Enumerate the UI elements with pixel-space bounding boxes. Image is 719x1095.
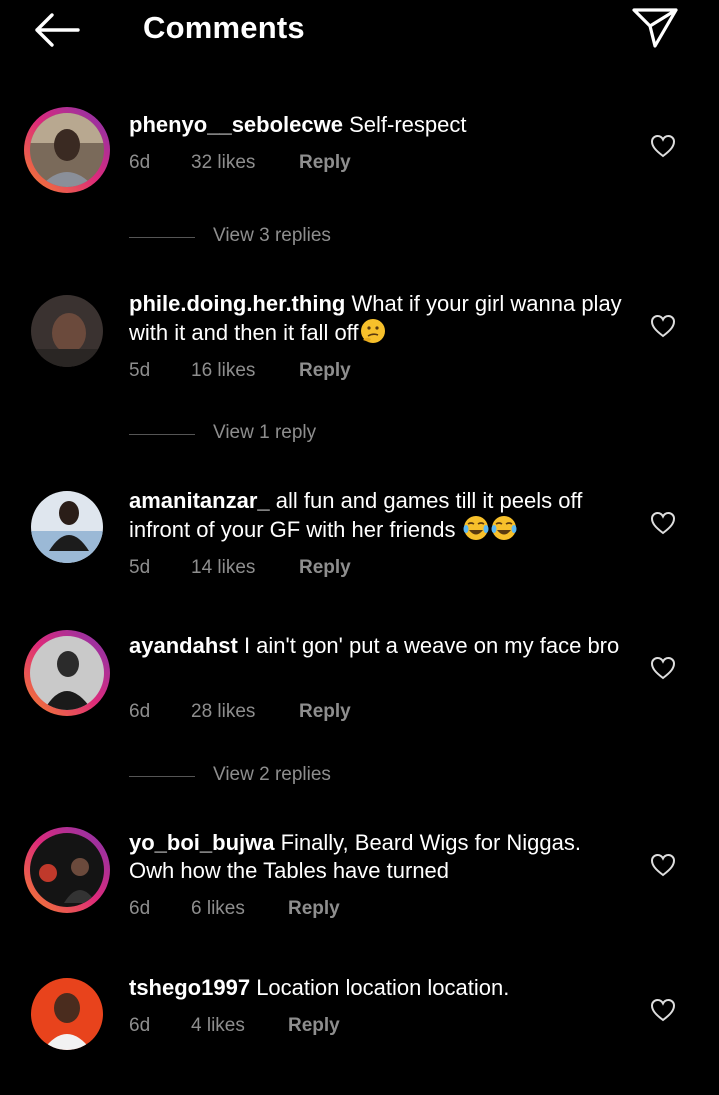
view-replies-label: View 2 replies: [213, 764, 331, 785]
heart-icon[interactable]: [650, 998, 676, 1022]
comment-text: phile.doing.her.thing What if your girl …: [129, 290, 629, 347]
reply-button[interactable]: Reply: [288, 1015, 340, 1037]
heart-icon[interactable]: [650, 853, 676, 877]
heart-icon[interactable]: [650, 656, 676, 680]
divider: [129, 434, 195, 435]
comment-likes[interactable]: 28 likes: [191, 701, 255, 723]
divider: [129, 776, 195, 777]
heart-icon[interactable]: [650, 314, 676, 338]
heart-icon[interactable]: [650, 511, 676, 535]
comment-age: 5d: [129, 557, 151, 578]
comment-body: Location location location.: [256, 975, 510, 1000]
comment-text: phenyo__sebolecwe Self-respect: [129, 111, 629, 139]
avatar: [30, 636, 104, 710]
comment-text: yo_boi_bujwa Finally, Beard Wigs for Nig…: [129, 829, 629, 885]
reply-button[interactable]: Reply: [299, 701, 351, 723]
comment-username[interactable]: amanitanzar_: [129, 488, 270, 513]
reply-button[interactable]: Reply: [299, 557, 351, 579]
comment-likes[interactable]: 32 likes: [191, 152, 255, 174]
comment-age: 6d: [129, 701, 151, 722]
avatar[interactable]: [31, 295, 103, 367]
avatar-story-ring[interactable]: [24, 107, 110, 193]
comment-age: 6d: [129, 152, 151, 173]
comment-username[interactable]: yo_boi_bujwa: [129, 830, 274, 855]
avatar[interactable]: [31, 491, 103, 563]
thinking-face-emoji: [360, 319, 385, 343]
comment-body: Self-respect: [349, 112, 467, 137]
comment-likes[interactable]: 4 likes: [191, 1015, 245, 1037]
comment-username[interactable]: tshego1997: [129, 975, 250, 1000]
comment-text: amanitanzar_ all fun and games till it p…: [129, 487, 629, 544]
paper-plane-icon: [632, 8, 678, 48]
comment-likes[interactable]: 16 likes: [191, 360, 255, 382]
avatar-image: [31, 978, 103, 1050]
page-title: Comments: [143, 10, 305, 45]
avatar: [30, 113, 104, 187]
arrow-left-icon: [35, 13, 80, 47]
view-replies-label: View 3 replies: [213, 225, 331, 246]
reply-button[interactable]: Reply: [299, 152, 351, 174]
comment-age: 6d: [129, 1015, 151, 1036]
avatar-story-ring[interactable]: [24, 827, 110, 913]
comment-likes[interactable]: 14 likes: [191, 557, 255, 579]
view-replies-label: View 1 reply: [213, 422, 317, 443]
heart-icon[interactable]: [650, 134, 676, 158]
comment-age: 6d: [129, 898, 151, 919]
divider: [129, 237, 195, 238]
avatar-image: [31, 295, 103, 367]
reply-button[interactable]: Reply: [299, 360, 351, 382]
comment-username[interactable]: phenyo__sebolecwe: [129, 112, 343, 137]
comment-text: tshego1997 Location location location.: [129, 974, 629, 1002]
comment-age: 5d: [129, 360, 151, 381]
reply-button[interactable]: Reply: [288, 898, 340, 920]
avatar-image: [31, 491, 103, 563]
tears-of-joy-emoji: [491, 516, 517, 540]
share-button[interactable]: [630, 4, 680, 50]
avatar: [30, 833, 104, 907]
avatar-story-ring[interactable]: [24, 630, 110, 716]
comment-text: ayandahst I ain't gon' put a weave on my…: [129, 632, 629, 660]
comment-username[interactable]: phile.doing.her.thing: [129, 291, 345, 316]
comment-body: I ain't gon' put a weave on my face bro: [243, 633, 620, 658]
comment-likes[interactable]: 6 likes: [191, 898, 245, 920]
back-button[interactable]: [30, 10, 82, 50]
avatar[interactable]: [31, 978, 103, 1050]
comment-username[interactable]: ayandahst: [129, 633, 238, 658]
header-bar: Comments: [0, 0, 719, 60]
tears-of-joy-emoji: [463, 516, 489, 540]
